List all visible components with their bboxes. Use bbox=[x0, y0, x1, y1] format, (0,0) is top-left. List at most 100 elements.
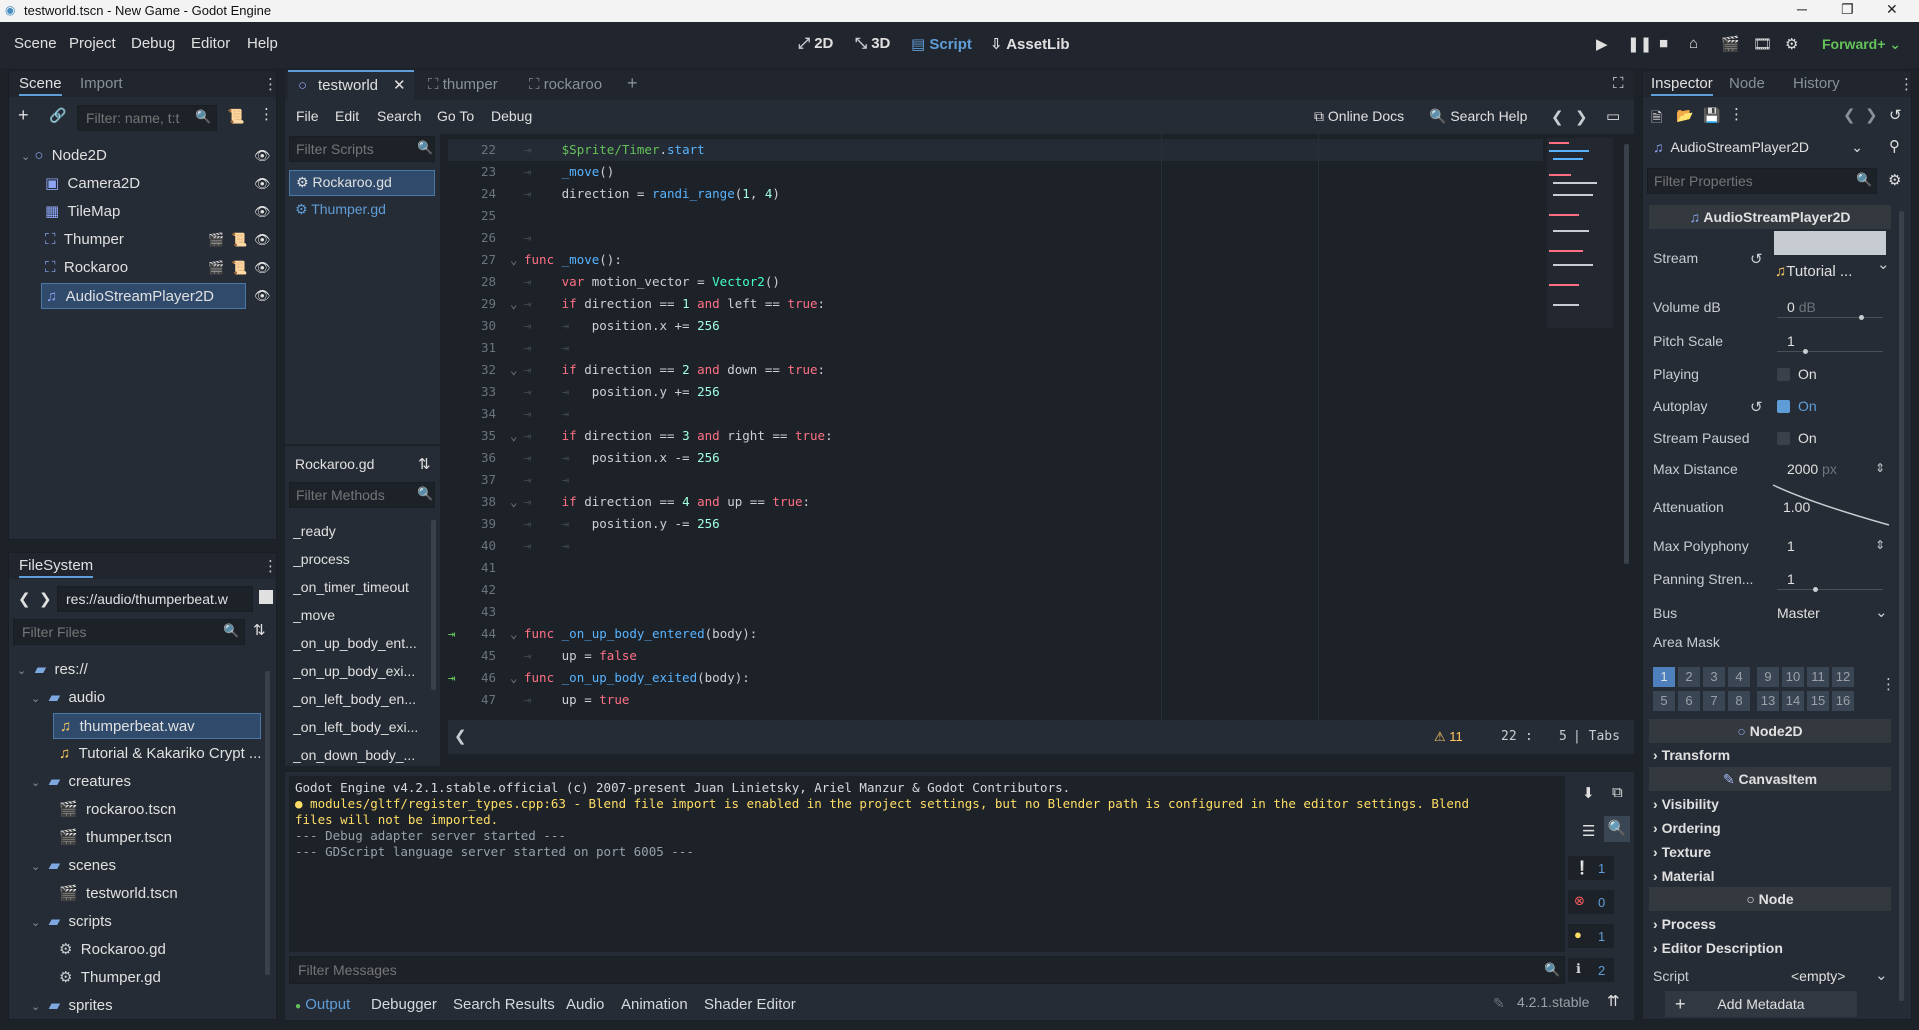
area-mask-layer[interactable]: 7 bbox=[1703, 691, 1725, 711]
category-process[interactable]: › Process bbox=[1653, 916, 1716, 932]
pause-icon[interactable]: ❚❚ bbox=[1627, 35, 1652, 53]
mode-3d-button[interactable]: ⤡ 3D bbox=[855, 35, 890, 52]
play-custom-scene-icon[interactable]: 🎞 bbox=[1753, 35, 1772, 53]
filesystem-path-field[interactable]: res://audio/thumperbeat.w bbox=[57, 586, 253, 612]
filter-errors-toggle[interactable]: ⊗ 0 bbox=[1568, 890, 1614, 914]
add-metadata-button[interactable]: + Add Metadata bbox=[1665, 991, 1857, 1017]
tree-node-tilemap[interactable]: ▦ TileMap bbox=[45, 199, 120, 225]
prop-stream-paused-checkbox[interactable]: On bbox=[1777, 430, 1817, 446]
method-item[interactable]: _on_up_body_ent... bbox=[293, 630, 433, 656]
fs-file-thumperbeat[interactable]: ♫ thumperbeat.wav bbox=[53, 713, 261, 739]
area-mask-layer[interactable]: 6 bbox=[1678, 691, 1700, 711]
filter-methods-input[interactable] bbox=[289, 482, 435, 508]
tab-import[interactable]: Import bbox=[80, 75, 123, 92]
fs-folder-audio[interactable]: ⌄ ▰ audio bbox=[31, 685, 105, 711]
spinner-icon[interactable]: ⇕ bbox=[1875, 538, 1885, 552]
area-mask-layer[interactable]: 2 bbox=[1678, 667, 1700, 687]
script-menu-debug[interactable]: Debug bbox=[491, 108, 532, 124]
revert-icon[interactable]: ↺ bbox=[1750, 250, 1763, 268]
visibility-eye-icon[interactable]: 👁 bbox=[254, 232, 271, 248]
back-icon[interactable]: ❮ bbox=[1551, 108, 1564, 126]
menu-project[interactable]: Project bbox=[69, 35, 116, 52]
class-header-canvasitem[interactable]: ✎ CanvasItem bbox=[1649, 767, 1891, 791]
copy-output-icon[interactable]: ⬇ bbox=[1582, 784, 1595, 802]
open-scene-icon[interactable]: 🎬 bbox=[208, 260, 224, 276]
bottom-tab-search-results[interactable]: Search Results bbox=[453, 996, 555, 1013]
mode-assetlib-button[interactable]: ⇩ AssetLib bbox=[990, 35, 1070, 53]
method-item[interactable]: _on_left_body_exi... bbox=[293, 714, 433, 740]
movie-maker-icon[interactable]: ⚙ bbox=[1785, 35, 1798, 53]
panning-slider[interactable] bbox=[1777, 589, 1883, 590]
method-item[interactable]: _move bbox=[293, 602, 398, 628]
collapse-panel-icon[interactable]: ❮ bbox=[454, 727, 467, 745]
fold-arrow-icon[interactable]: ⌄ bbox=[510, 491, 518, 513]
methods-scrollbar[interactable] bbox=[431, 520, 436, 690]
tab-scene[interactable]: Scene bbox=[19, 75, 62, 96]
area-mask-layer[interactable]: 5 bbox=[1653, 691, 1675, 711]
object-properties-icon[interactable]: ⚲ bbox=[1889, 137, 1900, 155]
chevron-down-icon[interactable]: ⌄ bbox=[1877, 255, 1890, 273]
filter-properties-input[interactable] bbox=[1647, 168, 1877, 194]
tree-node-camera2d[interactable]: ▣ Camera2D bbox=[45, 171, 140, 197]
script-menu-file[interactable]: File bbox=[296, 108, 319, 124]
save-resource-icon[interactable]: 💾 bbox=[1703, 107, 1720, 124]
tab-filesystem[interactable]: FileSystem bbox=[19, 557, 94, 578]
bottom-tab-debugger[interactable]: Debugger bbox=[371, 996, 437, 1013]
prop-stream-value[interactable]: ♫Tutorial ... bbox=[1775, 263, 1852, 280]
attach-script-icon[interactable]: 📜 bbox=[227, 108, 244, 125]
object-selector[interactable]: ♫ AudioStreamPlayer2D ⌄ bbox=[1647, 135, 1867, 161]
volume-slider-handle[interactable] bbox=[1859, 315, 1864, 320]
tree-node-node2d[interactable]: ⌄ ○ Node2D bbox=[21, 143, 107, 169]
code-minimap[interactable] bbox=[1543, 134, 1613, 334]
filesystem-scrollbar[interactable] bbox=[265, 671, 270, 975]
play-scene-icon[interactable]: 🎬 bbox=[1721, 35, 1740, 53]
instance-scene-icon[interactable]: 🔗 bbox=[49, 107, 66, 124]
script-menu-edit[interactable]: Edit bbox=[335, 108, 359, 124]
prop-autoplay-checkbox[interactable]: On bbox=[1777, 398, 1817, 414]
bottom-tab-animation[interactable]: Animation bbox=[621, 996, 688, 1013]
load-resource-icon[interactable]: 📂 bbox=[1676, 107, 1693, 124]
visibility-eye-icon[interactable]: 👁 bbox=[254, 260, 271, 276]
prop-max-distance-value[interactable]: 2000 px bbox=[1787, 461, 1837, 477]
fs-folder-sprites[interactable]: ⌄ ▰ sprites bbox=[31, 993, 113, 1019]
pitch-slider-handle[interactable] bbox=[1803, 349, 1808, 354]
method-item[interactable]: _process bbox=[293, 546, 398, 572]
prop-pitch-value[interactable]: 1 bbox=[1787, 333, 1795, 349]
filter-scripts-input[interactable] bbox=[289, 136, 435, 162]
chevron-down-icon[interactable]: ⌄ bbox=[1875, 966, 1888, 984]
fs-file-rockaroo-gd[interactable]: ⚙ Rockaroo.gd bbox=[59, 937, 166, 963]
fold-arrow-icon[interactable]: ⌄ bbox=[510, 359, 518, 381]
history-icon[interactable]: ↺ bbox=[1889, 106, 1902, 124]
script-attached-icon[interactable]: 📜 bbox=[231, 260, 247, 276]
area-mask-layer[interactable]: 9 bbox=[1757, 667, 1779, 687]
category-transform[interactable]: › Transform bbox=[1653, 747, 1730, 763]
add-node-icon[interactable]: + bbox=[18, 105, 29, 126]
menu-help[interactable]: Help bbox=[247, 35, 278, 52]
visibility-eye-icon[interactable]: 👁 bbox=[254, 148, 271, 164]
method-item[interactable]: _on_left_body_en... bbox=[293, 686, 433, 712]
fs-folder-scripts[interactable]: ⌄ ▰ scripts bbox=[31, 909, 112, 935]
category-visibility[interactable]: › Visibility bbox=[1653, 796, 1719, 812]
stop-icon[interactable]: ■ bbox=[1659, 35, 1668, 52]
prop-script-value[interactable]: <empty> bbox=[1791, 968, 1845, 984]
renderer-select[interactable]: Forward+ ⌄ bbox=[1822, 36, 1901, 53]
mode-script-button[interactable]: ▤ Script bbox=[911, 35, 972, 53]
open-scene-icon[interactable]: 🎬 bbox=[208, 232, 224, 248]
signal-connection-icon[interactable]: ⇥ bbox=[448, 623, 456, 645]
close-icon[interactable]: ✕ bbox=[1886, 1, 1898, 18]
fs-file-thumper-gd[interactable]: ⚙ Thumper.gd bbox=[59, 965, 161, 991]
expand-bottom-panel-icon[interactable]: ⇈ bbox=[1607, 992, 1620, 1010]
online-docs-button[interactable]: ⧉ Online Docs bbox=[1314, 108, 1404, 125]
fs-folder-scenes[interactable]: ⌄ ▰ scenes bbox=[31, 853, 116, 879]
pitch-slider[interactable] bbox=[1777, 351, 1883, 352]
fold-arrow-icon[interactable]: ⌄ bbox=[510, 425, 518, 447]
resource-options-icon[interactable]: ⋮ bbox=[1729, 105, 1744, 123]
category-texture[interactable]: › Texture bbox=[1653, 844, 1711, 860]
method-item[interactable]: _on_up_body_exi... bbox=[293, 658, 433, 684]
dock-menu-icon[interactable]: ⋮ bbox=[263, 557, 278, 575]
fs-folder-res[interactable]: ⌄ ▰ res:// bbox=[17, 657, 88, 683]
method-item[interactable]: _on_timer_timeout bbox=[293, 574, 433, 600]
tab-history[interactable]: History bbox=[1793, 75, 1840, 92]
class-header-node[interactable]: ○ Node bbox=[1649, 887, 1891, 911]
panning-slider-handle[interactable] bbox=[1813, 587, 1818, 592]
